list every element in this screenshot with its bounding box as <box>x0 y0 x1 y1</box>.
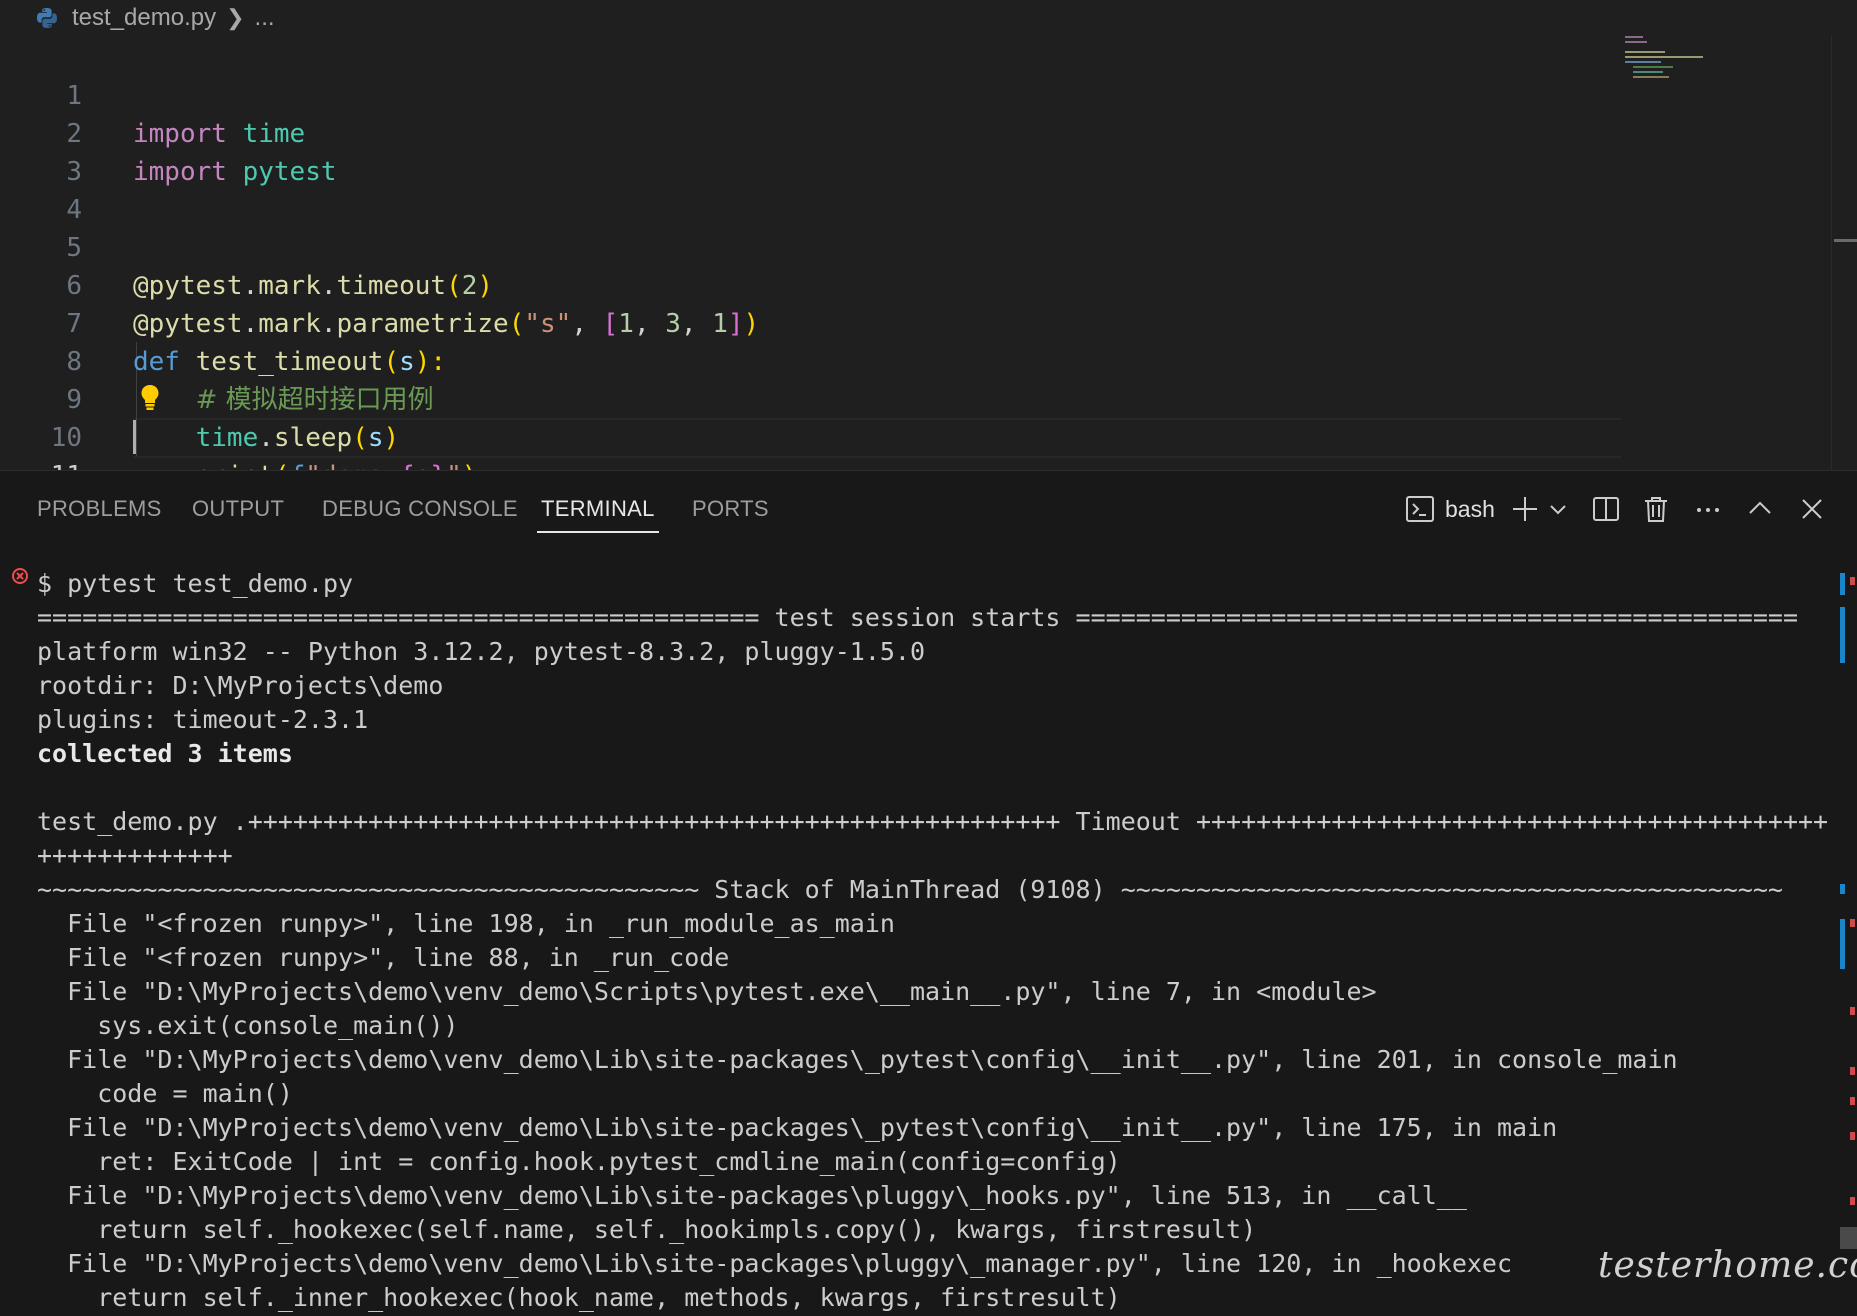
terminal-line: test_demo.py .++++++++++++++++++++++++++… <box>37 807 1829 836</box>
code-line[interactable]: 8 # 模拟超时接口用例 <box>0 305 1620 415</box>
terminal-line: rootdir: D:\MyProjects\demo <box>37 671 444 700</box>
scroll-marker <box>1850 1097 1855 1105</box>
minimap-line <box>1633 71 1663 73</box>
tab-output[interactable]: OUTPUT <box>192 471 284 547</box>
minimap-line <box>1625 61 1661 63</box>
minimap[interactable] <box>1625 36 1705 96</box>
editor-pane[interactable]: test_demo.py ❯ ... 1 import time 2 impor… <box>0 0 1857 491</box>
tab-ports[interactable]: PORTS <box>692 471 769 547</box>
scroll-marker <box>1850 1197 1855 1205</box>
tab-terminal[interactable]: TERMINAL <box>537 471 659 547</box>
new-terminal-button[interactable] <box>1511 493 1539 525</box>
tab-problems[interactable]: PROBLEMS <box>37 471 162 547</box>
terminal-line: File "D:\MyProjects\demo\venv_demo\Lib\s… <box>37 1045 1678 1074</box>
terminal-line: plugins: timeout-2.3.1 <box>37 705 369 734</box>
terminal-line: platform win32 -- Python 3.12.2, pytest-… <box>37 637 926 666</box>
minimap-line <box>1633 76 1669 78</box>
chevron-down-icon <box>1550 505 1566 515</box>
close-panel-button[interactable] <box>1800 493 1824 525</box>
scroll-marker <box>1850 1132 1855 1140</box>
terminal-line: +++++++++++++ <box>37 841 233 870</box>
terminal-shell-label: bash <box>1445 495 1495 522</box>
minimap-line <box>1633 66 1673 68</box>
terminal-profile-button[interactable]: bash <box>1405 493 1495 525</box>
terminal-line: File "D:\MyProjects\demo\venv_demo\Lib\s… <box>37 1249 1513 1278</box>
tab-debug-console[interactable]: DEBUG CONSOLE <box>322 471 518 547</box>
terminal-line: File "D:\MyProjects\demo\venv_demo\Lib\s… <box>37 1113 1558 1142</box>
minimap-line <box>1625 56 1703 58</box>
maximize-panel-button[interactable] <box>1747 493 1773 525</box>
terminal-icon <box>1406 496 1434 522</box>
terminal-line: File "D:\MyProjects\demo\venv_demo\Scrip… <box>37 977 1377 1006</box>
scroll-marker <box>1840 573 1845 595</box>
chevron-up-icon <box>1749 501 1771 514</box>
chevron-right-icon: ❯ <box>226 5 245 30</box>
scroll-marker <box>1850 919 1855 927</box>
terminal-line: ~~~~~~~~~~~~~~~~~~~~~~~~~~~~~~~~~~~~~~~~… <box>37 875 1783 904</box>
terminal-scrollbar[interactable] <box>1838 567 1857 1316</box>
close-icon <box>1802 499 1822 519</box>
code-line[interactable]: 3 <box>0 115 1620 187</box>
trash-icon <box>1645 497 1667 522</box>
code-line[interactable]: 5 @pytest.mark.timeout(2) <box>0 191 1620 301</box>
terminal-line: collected 3 items <box>37 739 293 768</box>
terminal-line: ret: ExitCode | int = config.hook.pytest… <box>37 1147 1121 1176</box>
minimap-line <box>1625 36 1643 38</box>
code-line[interactable]: 7 def test_timeout(s): <box>0 267 1620 377</box>
code-line[interactable]: 10 print(f"demo-{s}") <box>0 381 1620 491</box>
code-line[interactable]: 1 import time <box>0 39 1620 149</box>
split-terminal-button[interactable] <box>1592 493 1620 525</box>
bottom-panel: PROBLEMS OUTPUT DEBUG CONSOLE TERMINAL P… <box>0 470 1857 1316</box>
scroll-marker <box>1840 919 1845 969</box>
watermark: testerhome.com <box>1598 1245 1857 1286</box>
terminal-line: ========================================… <box>37 601 1798 635</box>
terminal-dropdown-button[interactable] <box>1548 493 1568 525</box>
breadcrumb-file[interactable]: test_demo.py <box>72 4 216 32</box>
code-line[interactable]: 4 <box>0 153 1620 225</box>
editor-scrollbar[interactable] <box>1831 36 1857 470</box>
terminal-line: File "<frozen runpy>", line 88, in _run_… <box>37 943 730 972</box>
terminal-output[interactable]: $ pytest test_demo.py ==================… <box>0 567 1830 1316</box>
ellipsis-icon <box>1697 508 1719 512</box>
scroll-marker <box>1850 1067 1855 1075</box>
panel-tab-bar: PROBLEMS OUTPUT DEBUG CONSOLE TERMINAL P… <box>0 471 1857 547</box>
python-file-icon <box>37 8 57 28</box>
minimap-line <box>1625 41 1647 43</box>
plus-icon <box>1513 497 1537 521</box>
scroll-marker <box>1850 1007 1855 1015</box>
session-rule: ========================================… <box>37 603 1798 632</box>
scroll-marker <box>1850 577 1855 585</box>
breadcrumb: test_demo.py ❯ ... <box>36 0 275 36</box>
terminal-line: File "D:\MyProjects\demo\venv_demo\Lib\s… <box>37 1181 1467 1210</box>
minimap-line <box>1625 51 1665 53</box>
scroll-marker <box>1840 607 1845 663</box>
code-line[interactable]: 9 time.sleep(s) <box>0 343 1620 453</box>
code-line[interactable]: 6 @pytest.mark.parametrize("s", [1, 3, 1… <box>0 229 1620 339</box>
code-line[interactable]: 2 import pytest <box>0 77 1620 187</box>
terminal-line: code = main() <box>37 1079 293 1108</box>
breadcrumb-more[interactable]: ... <box>255 4 275 32</box>
more-actions-button[interactable] <box>1694 493 1722 525</box>
scroll-marker <box>1840 884 1845 894</box>
terminal-line: $ pytest test_demo.py <box>37 569 354 598</box>
terminal-line: return self._inner_hookexec(hook_name, m… <box>37 1283 1121 1312</box>
scrollbar-cursor-marker <box>1834 239 1857 242</box>
code-line[interactable]: 11 <box>0 419 1620 491</box>
terminal-line: File "<frozen runpy>", line 198, in _run… <box>37 909 895 938</box>
terminal-line: return self._hookexec(self.name, self._h… <box>37 1215 1257 1244</box>
lightbulb-icon[interactable] <box>139 383 161 411</box>
kill-terminal-button[interactable] <box>1643 493 1669 525</box>
text-cursor <box>133 420 136 454</box>
terminal-line: sys.exit(console_main()) <box>37 1011 459 1040</box>
split-icon <box>1593 497 1619 521</box>
